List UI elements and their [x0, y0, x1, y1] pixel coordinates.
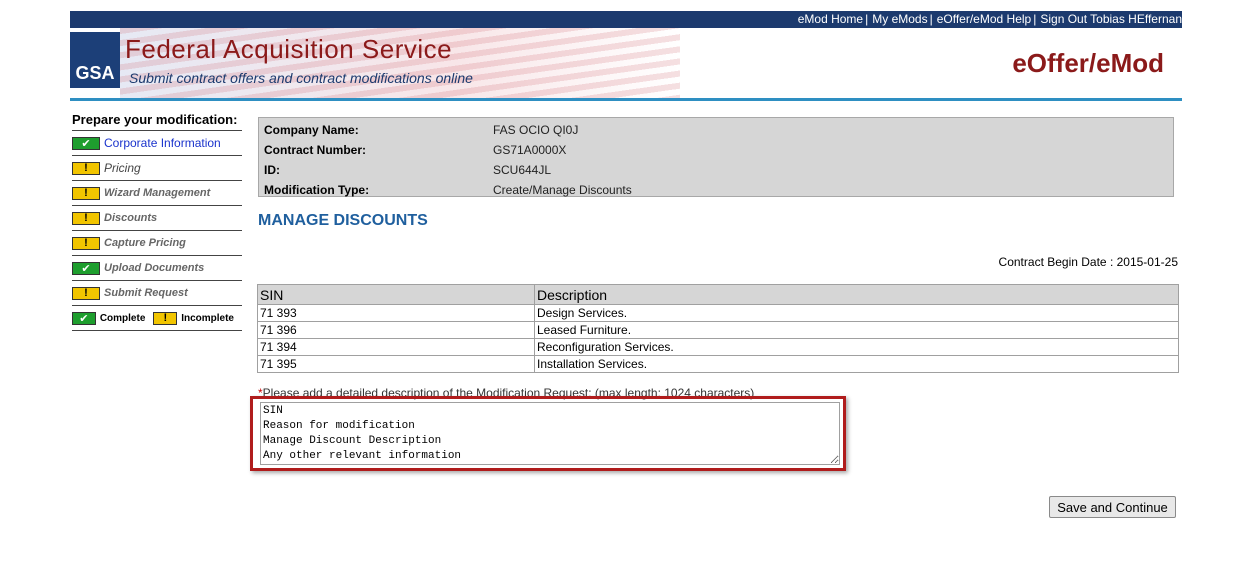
legend-incomplete-label: Incomplete [181, 312, 234, 324]
sidebar-item-submit-request[interactable]: ! Submit Request [72, 281, 242, 306]
info-row-id: ID: SCU644JL [264, 160, 1168, 180]
sin-cell: 71 396 [257, 321, 535, 339]
help-link[interactable]: eOffer/eMod Help [937, 12, 1032, 26]
check-icon: ✔ [72, 311, 96, 325]
app-title: eOffer/eMod [1012, 48, 1164, 78]
agency-title: Federal Acquisition Service [125, 34, 453, 64]
sidebar-item-wizard-management[interactable]: ! Wizard Management [72, 181, 242, 206]
request-description-textarea[interactable]: SIN Reason for modification Manage Disco… [260, 402, 840, 465]
nav-separator: | [865, 12, 869, 26]
sidebar-item-discounts[interactable]: ! Discounts [72, 206, 242, 231]
gsa-logo: GSA [70, 32, 120, 88]
sidebar-item-label[interactable]: Wizard Management [104, 187, 210, 199]
company-name-value: FAS OCIO QI0J [493, 123, 579, 137]
my-emods-link[interactable]: My eMods [872, 12, 927, 26]
exclamation-icon: ! [153, 311, 178, 325]
table-row: 71 394 Reconfiguration Services. [257, 338, 1179, 356]
exclamation-icon: ! [72, 186, 100, 200]
banner-divider [70, 98, 1182, 101]
contract-info-panel: Company Name: FAS OCIO QI0J Contract Num… [258, 117, 1174, 197]
page-title: MANAGE DISCOUNTS [258, 212, 428, 229]
check-icon: ✔ [72, 261, 100, 275]
company-name-label: Company Name: [264, 123, 359, 137]
sidebar-item-capture-pricing[interactable]: ! Capture Pricing [72, 231, 242, 256]
description-cell: Leased Furniture. [534, 321, 1179, 339]
contract-number-label: Contract Number: [264, 143, 367, 157]
nav-separator: | [1033, 12, 1037, 26]
sidebar-item-label[interactable]: Corporate Information [104, 136, 221, 150]
mod-type-label: Modification Type: [264, 183, 370, 197]
sidebar-item-label[interactable]: Pricing [104, 161, 141, 175]
sidebar-item-label[interactable]: Capture Pricing [104, 237, 186, 249]
check-icon: ✔ [72, 136, 100, 150]
info-row-mod-type: Modification Type: Create/Manage Discoun… [264, 180, 1168, 200]
description-cell: Design Services. [534, 304, 1179, 322]
id-value: SCU644JL [493, 163, 552, 177]
sidebar-item-label[interactable]: Submit Request [104, 287, 188, 299]
highlight-box: SIN Reason for modification Manage Disco… [250, 396, 846, 471]
sidebar: Prepare your modification: ✔ Corporate I… [72, 110, 242, 331]
column-header-sin: SIN [257, 284, 535, 305]
column-header-description: Description [534, 284, 1179, 305]
sidebar-item-pricing[interactable]: ! Pricing [72, 156, 242, 181]
description-cell: Installation Services. [534, 355, 1179, 373]
sin-cell: 71 395 [257, 355, 535, 373]
info-row-contract: Contract Number: GS71A0000X [264, 140, 1168, 160]
table-row: 71 396 Leased Furniture. [257, 321, 1179, 339]
sidebar-item-corporate-information[interactable]: ✔ Corporate Information [72, 131, 242, 156]
exclamation-icon: ! [72, 236, 100, 250]
table-row: 71 395 Installation Services. [257, 355, 1179, 373]
agency-subtitle: Submit contract offers and contract modi… [129, 70, 473, 86]
contract-number-value: GS71A0000X [493, 143, 567, 157]
emod-home-link[interactable]: eMod Home [798, 12, 863, 26]
exclamation-icon: ! [72, 161, 100, 175]
sin-cell: 71 394 [257, 338, 535, 356]
sin-cell: 71 393 [257, 304, 535, 322]
exclamation-icon: ! [72, 211, 100, 225]
exclamation-icon: ! [72, 286, 100, 300]
description-cell: Reconfiguration Services. [534, 338, 1179, 356]
save-and-continue-button[interactable]: Save and Continue [1049, 496, 1176, 518]
table-row: 71 393 Design Services. [257, 304, 1179, 322]
legend-complete-label: Complete [99, 312, 146, 324]
top-nav-bar: eMod Home | My eMods | eOffer/eMod Help | Sign… [70, 11, 1182, 28]
contract-begin-date: Contract Begin Date : 2015-01-25 [998, 255, 1178, 269]
header-banner: GSA Federal Acquisition Service Submit c… [70, 28, 1182, 98]
sin-table: SIN Description 71 393 Design Services. … [257, 284, 1179, 373]
id-label: ID: [264, 163, 280, 177]
info-row-company: Company Name: FAS OCIO QI0J [264, 120, 1168, 140]
sidebar-item-label[interactable]: Discounts [104, 212, 157, 224]
sidebar-item-label[interactable]: Upload Documents [104, 262, 204, 274]
table-header-row: SIN Description [257, 284, 1179, 305]
sidebar-item-upload-documents[interactable]: ✔ Upload Documents [72, 256, 242, 281]
status-legend: ✔ Complete ! Incomplete [72, 306, 242, 331]
sidebar-heading: Prepare your modification: [72, 110, 242, 131]
mod-type-value: Create/Manage Discounts [493, 183, 632, 197]
sign-out-link[interactable]: Sign Out Tobias HEffernan [1040, 12, 1182, 26]
nav-separator: | [929, 12, 933, 26]
